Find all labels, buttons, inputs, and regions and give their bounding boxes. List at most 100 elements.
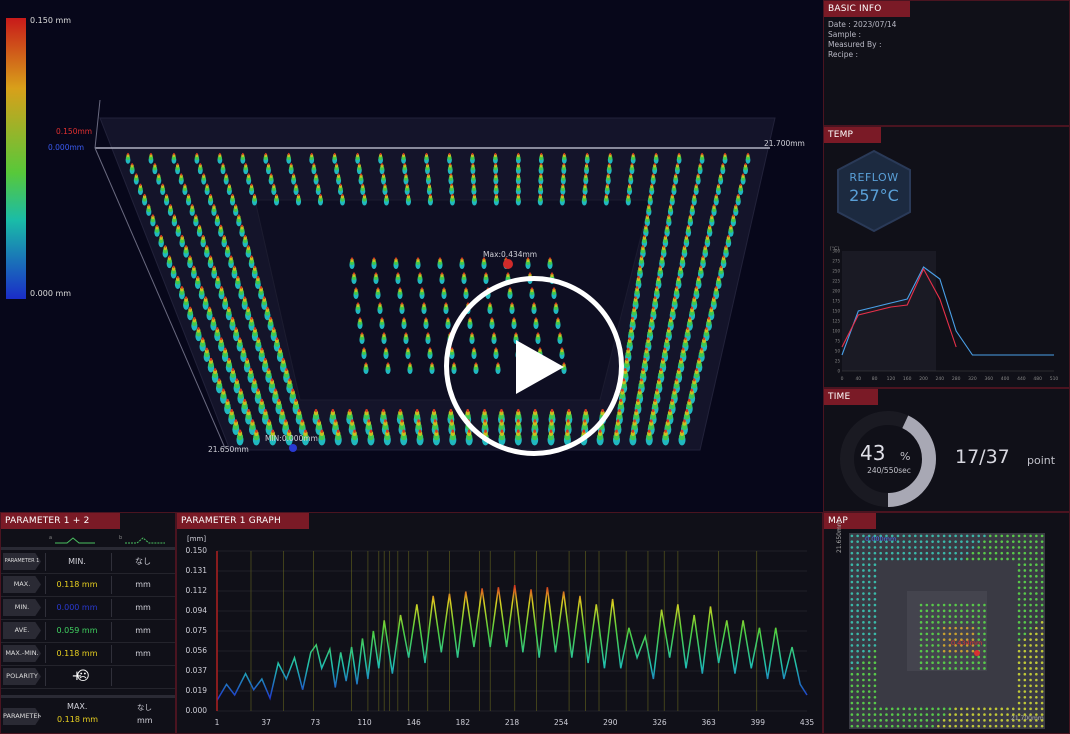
map-bump-dot [850,609,854,613]
parameter-2-max-label: MAX. [67,702,88,711]
map-bump-dot [965,626,969,630]
map-bump-dot [1035,638,1038,641]
map-bump-dot [908,534,911,538]
map-bump-dot [1006,534,1009,538]
map-bump-dot [960,546,963,549]
bump-map[interactable] [849,533,1045,733]
map-bump-dot [1011,546,1015,549]
map-bump-dot [931,632,934,636]
map-bump-dot [971,661,975,665]
map-bump-dot [867,586,871,590]
map-bump-dot [925,534,929,538]
map-bump-dot [994,707,998,711]
map-bump-dot [983,644,986,647]
map-bump-dot [850,540,854,543]
map-bump-dot [913,713,917,716]
parameter-table: PARAMETER 1 MIN. なし MAX. 0.118 mm mm MIN. 0.000… [1,551,175,701]
map-bump-dot [1017,678,1021,682]
3d-viewport[interactable]: 0.150 mm 0.000 mm 0.150mm 0.000mm 21.700… [0,0,822,510]
map-bump-dot [954,713,957,716]
map-bump-dot [873,724,877,728]
map-bump-dot [954,632,957,636]
map-bump-dot [850,719,854,722]
map-bump-dot [1023,695,1027,699]
map-bump-dot [1040,649,1044,653]
map-bump-dot [862,690,865,693]
temp-y-tick: 125 [832,319,840,324]
map-bump-dot [1023,534,1027,538]
map-bump-dot [873,615,877,618]
map-bump-dot [1006,707,1009,711]
map-bump-dot [983,707,986,711]
map-bump-dot [1029,661,1032,665]
map-bump-dot [960,719,963,722]
map-bump-dot [850,551,854,555]
map-bump-dot [1000,540,1004,543]
map-bump-dot [873,678,877,682]
temp-x-tick: 320 [968,376,977,382]
map-bump-dot [902,557,906,561]
map-bump-dot [1023,632,1027,636]
map-bump-dot [960,615,963,618]
map-bump-dot [862,655,865,659]
axis-marker-red: 0.150mm [56,127,93,136]
map-bump-dot [1035,661,1038,665]
parameter-title: PARAMETER 1 + 2 [1,513,120,529]
map-bump-dot [925,638,929,641]
map-bump-dot [867,569,871,572]
map-min-label: 0.000mm [865,535,897,543]
map-bump-dot [1040,574,1044,578]
map-bump-dot [873,695,877,699]
map-bump-dot [1029,540,1032,543]
map-bump-dot [1035,557,1038,561]
parameter-graph[interactable] [177,513,823,734]
map-bump-dot [1035,672,1038,676]
map-bump-dot [925,621,929,624]
map-bump-dot [954,626,957,630]
map-bump-dot [1029,644,1032,647]
map-bump-dot [960,724,963,728]
map-bump-dot [873,632,877,636]
map-bump-dot [885,557,888,561]
map-bump-dot [983,638,986,641]
map-bump-dot [1023,707,1027,711]
map-bump-dot [971,557,975,561]
map-bump-dot [948,540,952,543]
map-bump-dot [971,713,975,716]
map-bump-dot [902,719,906,722]
temp-y-label: [°C] [830,246,839,252]
legend-b-label: b [119,535,123,541]
map-bump-dot [1000,724,1004,728]
map-bump-dot [1017,632,1021,636]
map-bump-dot [931,719,934,722]
map-bump-dot [867,603,871,607]
map-bump-dot [1040,678,1044,682]
map-bump-dot [988,719,992,722]
map-bump-dot [919,644,923,647]
map-bump-dot [850,678,854,682]
map-bump-dot [1040,597,1044,601]
map-bump-dot [1000,546,1004,549]
map-bump-dot [867,667,871,670]
map-bump-dot [867,690,871,693]
map-bump-dot [1035,615,1038,618]
time-points: 17/37 [955,446,1010,468]
map-bump-dot [1029,690,1032,693]
map-bump-dot [873,597,877,601]
map-bump-dot [856,707,859,711]
map-bump-dot [1040,586,1044,590]
map-bump-dot [1017,609,1021,613]
temp-y-tick: 175 [832,299,840,304]
map-bump-dot [1023,609,1027,613]
map-bump-dot [850,597,854,601]
map-bump-dot [1006,557,1009,561]
map-bump-dot [862,597,865,601]
map-bump-dot [1023,586,1027,590]
map-bump-dot [873,586,877,590]
map-bump-dot [879,707,883,711]
map-width-label: 21.700mm [1011,715,1044,722]
map-bump-dot [977,713,981,716]
map-bump-dot [960,661,963,665]
map-bump-dot [890,724,894,728]
map-bump-dot [850,707,854,711]
